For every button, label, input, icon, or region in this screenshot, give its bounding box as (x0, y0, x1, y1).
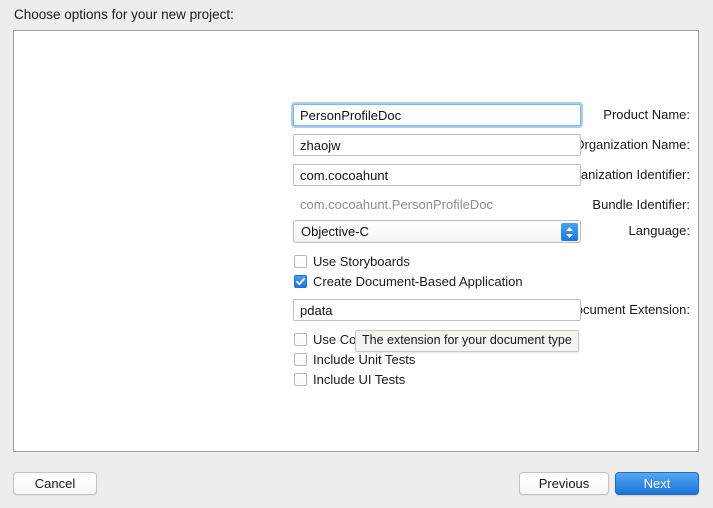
product-name-field-wrap (293, 104, 581, 126)
previous-button[interactable]: Previous (519, 472, 609, 495)
organization-name-field-wrap (293, 134, 581, 156)
organization-identifier-field-wrap (293, 164, 581, 186)
form-row-document-extension: Document Extension: (14, 299, 698, 321)
language-select[interactable]: Objective-C (293, 220, 581, 243)
cancel-button[interactable]: Cancel (13, 472, 97, 495)
bundle-identifier-value: com.cocoahunt.PersonProfileDoc (293, 194, 493, 216)
form-row-bundle-identifier: Bundle Identifier: com.cocoahunt.PersonP… (14, 194, 698, 216)
checkbox-use-core-data[interactable] (294, 333, 307, 346)
page-title: Choose options for your new project: (14, 7, 234, 22)
checkbox-label-include-ui-tests: Include UI Tests (313, 372, 405, 387)
form-row-language: Language: Objective-C (14, 220, 698, 242)
checkbox-include-ui-tests[interactable] (294, 373, 307, 386)
bundle-identifier-value-wrap: com.cocoahunt.PersonProfileDoc (293, 194, 493, 216)
tooltip: The extension for your document type (355, 330, 579, 352)
checkbox-row-create-document-based-application[interactable]: Create Document-Based Application (294, 271, 523, 291)
checkbox-row-include-unit-tests[interactable]: Include Unit Tests (294, 349, 415, 369)
checkbox-row-include-ui-tests[interactable]: Include UI Tests (294, 369, 405, 389)
form-row-organization-name: Organization Name: (14, 134, 698, 156)
document-extension-field-wrap (293, 299, 581, 321)
next-button[interactable]: Next (615, 472, 699, 495)
organization-identifier-input[interactable] (293, 164, 581, 186)
form-row-organization-identifier: Organization Identifier: (14, 164, 698, 186)
language-popup-wrap: Objective-C (293, 220, 581, 243)
checkbox-row-use-storyboards[interactable]: Use Storyboards (294, 251, 410, 271)
checkbox-include-unit-tests[interactable] (294, 353, 307, 366)
options-panel: Product Name: Organization Name: Organiz… (13, 30, 699, 452)
checkbox-create-document-based-application[interactable] (294, 275, 307, 288)
organization-name-input[interactable] (293, 134, 581, 156)
checkbox-label-include-unit-tests: Include Unit Tests (313, 352, 415, 367)
language-selected-value: Objective-C (301, 224, 369, 239)
document-extension-input[interactable] (293, 299, 581, 321)
form-row-product-name: Product Name: (14, 104, 698, 126)
product-name-input[interactable] (293, 104, 581, 126)
chevron-up-down-icon (561, 223, 578, 241)
checkbox-use-storyboards[interactable] (294, 255, 307, 268)
checkbox-label-create-document-based-application: Create Document-Based Application (313, 274, 523, 289)
checkbox-label-use-storyboards: Use Storyboards (313, 254, 410, 269)
